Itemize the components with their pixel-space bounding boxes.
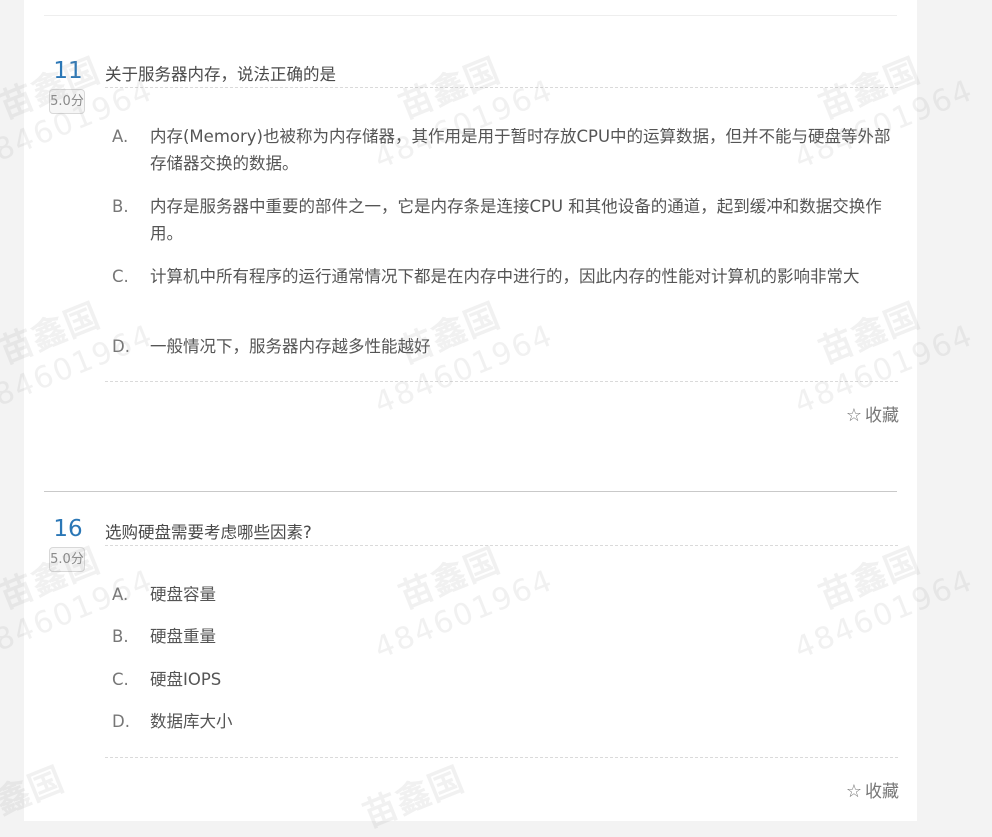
option-letter: D.: [112, 712, 130, 731]
star-outline-icon: ☆: [845, 781, 862, 802]
option-letter: A.: [112, 127, 129, 146]
dashed-divider: [105, 757, 898, 758]
dashed-divider: [105, 545, 898, 546]
option-c[interactable]: C. 硬盘IOPS: [112, 666, 902, 693]
option-d[interactable]: D. 一般情况下，服务器内存越多性能越好: [112, 333, 902, 360]
star-outline-icon: ☆: [845, 405, 862, 426]
option-letter: C.: [112, 267, 129, 286]
option-b[interactable]: B. 内存是服务器中重要的部件之一，它是内存条是连接CPU 和其他设备的通道，起…: [112, 193, 902, 247]
option-letter: D.: [112, 337, 130, 356]
favorite-label: 收藏: [865, 406, 899, 426]
divider: [44, 15, 897, 16]
option-a[interactable]: A. 内存(Memory)也被称为内存储器，其作用是用于暂时存放CPU中的运算数…: [112, 123, 902, 177]
option-text: 内存是服务器中重要的部件之一，它是内存条是连接CPU 和其他设备的通道，起到缓冲…: [150, 197, 882, 243]
favorite-button[interactable]: ☆ 收藏: [846, 401, 899, 426]
favorite-button[interactable]: ☆ 收藏: [846, 777, 899, 802]
option-text: 数据库大小: [150, 712, 233, 731]
question-panel: 11 5.0分 关于服务器内存，说法正确的是 A. 内存(Memory)也被称为…: [24, 0, 917, 821]
dashed-divider: [105, 87, 898, 88]
question-number: 11: [53, 58, 83, 84]
option-text: 硬盘容量: [150, 585, 216, 604]
option-letter: B.: [112, 197, 129, 216]
option-d[interactable]: D. 数据库大小: [112, 708, 902, 735]
option-letter: A.: [112, 585, 129, 604]
score-badge: 5.0分: [49, 547, 85, 572]
option-a[interactable]: A. 硬盘容量: [112, 581, 902, 608]
option-text: 硬盘重量: [150, 627, 216, 646]
question-text: 选购硬盘需要考虑哪些因素?: [105, 523, 312, 542]
option-text: 内存(Memory)也被称为内存储器，其作用是用于暂时存放CPU中的运算数据，但…: [150, 127, 891, 173]
question-separator: [44, 491, 897, 492]
option-b[interactable]: B. 硬盘重量: [112, 623, 902, 650]
option-text: 硬盘IOPS: [150, 670, 222, 689]
option-text: 一般情况下，服务器内存越多性能越好: [150, 337, 431, 356]
question-text: 关于服务器内存，说法正确的是: [105, 65, 336, 84]
dashed-divider: [105, 381, 898, 382]
option-letter: B.: [112, 627, 129, 646]
favorite-label: 收藏: [865, 782, 899, 802]
question-number: 16: [53, 516, 83, 542]
option-letter: C.: [112, 670, 129, 689]
score-badge: 5.0分: [49, 89, 85, 114]
option-c[interactable]: C. 计算机中所有程序的运行通常情况下都是在内存中进行的，因此内存的性能对计算机…: [112, 263, 902, 290]
option-text: 计算机中所有程序的运行通常情况下都是在内存中进行的，因此内存的性能对计算机的影响…: [150, 267, 860, 286]
